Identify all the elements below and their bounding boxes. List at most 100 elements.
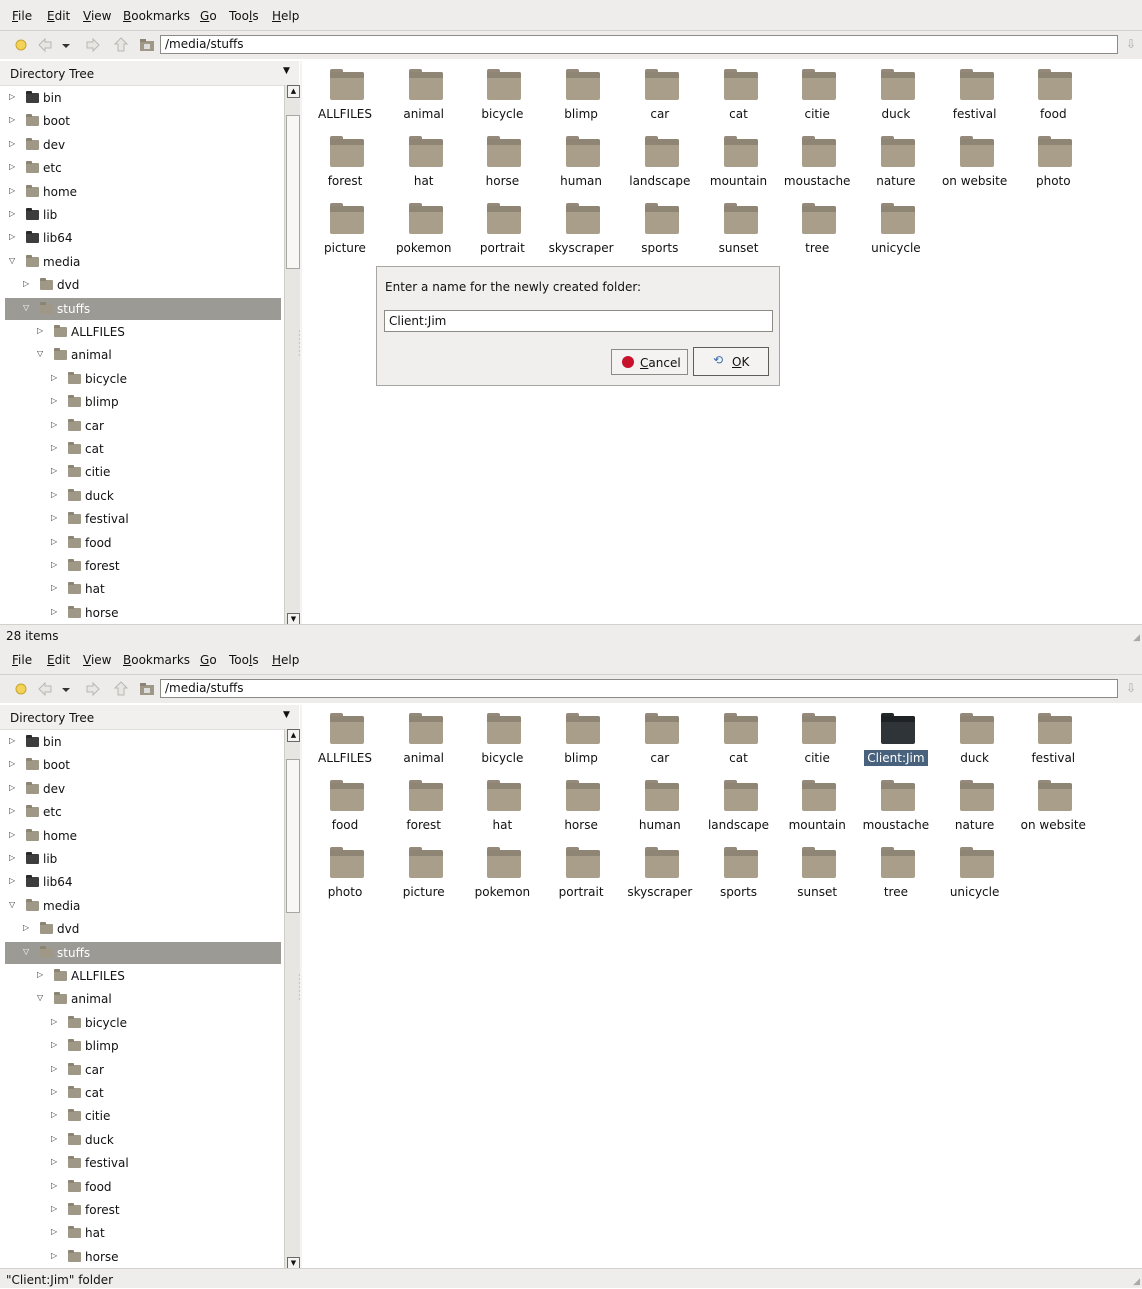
menu-edit[interactable]: Edit [47, 9, 70, 23]
resize-grip-icon[interactable]: ◢ [1133, 1277, 1140, 1287]
folder-item[interactable]: mountain [700, 131, 778, 193]
collapsed-triangle-icon[interactable]: ▷ [9, 162, 15, 171]
folder-item[interactable]: portrait [542, 842, 620, 904]
folder-item[interactable]: citie [778, 64, 856, 126]
folder-item[interactable]: on website [936, 131, 1014, 193]
collapsed-triangle-icon[interactable]: ▷ [9, 736, 15, 745]
collapsed-triangle-icon[interactable]: ▷ [51, 607, 57, 616]
scrollbar-thumb[interactable] [286, 115, 300, 269]
back-history-dropdown-icon[interactable] [60, 36, 72, 54]
tree-item-media[interactable]: ▽ media [5, 895, 281, 917]
tree-item-car[interactable]: ▷ car [5, 1059, 281, 1081]
tree-item-duck[interactable]: ▷ duck [5, 1129, 281, 1151]
tree-item-citie[interactable]: ▷ citie [5, 461, 281, 483]
tree-item-cat[interactable]: ▷ cat [5, 1082, 281, 1104]
folder-item[interactable]: moustache [778, 131, 856, 193]
tree-item-duck[interactable]: ▷ duck [5, 485, 281, 507]
folder-item[interactable]: unicycle [857, 198, 935, 260]
collapsed-triangle-icon[interactable]: ▷ [51, 396, 57, 405]
back-history-dropdown-icon[interactable] [60, 680, 72, 698]
collapsed-triangle-icon[interactable]: ▷ [51, 537, 57, 546]
folder-item[interactable]: nature [936, 775, 1014, 837]
collapsed-triangle-icon[interactable]: ▷ [9, 759, 15, 768]
new-window-icon[interactable] [12, 680, 30, 698]
folder-item[interactable]: animal [385, 64, 463, 126]
menu-go[interactable]: Go [200, 9, 217, 23]
collapsed-triangle-icon[interactable]: ▷ [51, 490, 57, 499]
folder-item[interactable]: picture [306, 198, 384, 260]
splitter-grip-icon[interactable]: · · · · · · · [298, 972, 301, 1004]
forward-arrow-icon[interactable] [84, 680, 102, 698]
tree-item-dev[interactable]: ▷ dev [5, 134, 281, 156]
collapsed-triangle-icon[interactable]: ▷ [51, 420, 57, 429]
collapsed-triangle-icon[interactable]: ▷ [51, 1157, 57, 1166]
folder-item[interactable]: human [621, 775, 699, 837]
menu-tools[interactable]: Tools [229, 653, 259, 667]
expanded-triangle-icon[interactable]: ▽ [23, 303, 29, 312]
menu-go[interactable]: Go [200, 653, 217, 667]
folder-item[interactable]: pokemon [385, 198, 463, 260]
collapsed-triangle-icon[interactable]: ▷ [51, 1204, 57, 1213]
tree-item-bin[interactable]: ▷ bin [5, 731, 281, 753]
folder-item[interactable]: sunset [778, 842, 856, 904]
folder-item[interactable]: hat [463, 775, 541, 837]
go-icon[interactable]: ⇩ [1126, 681, 1140, 697]
folder-item[interactable]: food [306, 775, 384, 837]
tree-item-cat[interactable]: ▷ cat [5, 438, 281, 460]
chevron-down-icon[interactable]: ▼ [283, 66, 290, 76]
folder-item[interactable]: picture [385, 842, 463, 904]
tree-item-dvd[interactable]: ▷ dvd [5, 274, 281, 296]
home-folder-icon[interactable] [138, 680, 156, 698]
folder-item[interactable]: mountain [778, 775, 856, 837]
new-window-icon[interactable] [12, 36, 30, 54]
collapsed-triangle-icon[interactable]: ▷ [51, 1110, 57, 1119]
tree-item-home[interactable]: ▷ home [5, 825, 281, 847]
collapsed-triangle-icon[interactable]: ▷ [9, 92, 15, 101]
menu-tools[interactable]: Tools [229, 9, 259, 23]
collapsed-triangle-icon[interactable]: ▷ [51, 466, 57, 475]
folder-item[interactable]: human [542, 131, 620, 193]
collapsed-triangle-icon[interactable]: ▷ [51, 1040, 57, 1049]
tree-item-citie[interactable]: ▷ citie [5, 1105, 281, 1127]
collapsed-triangle-icon[interactable]: ▷ [51, 443, 57, 452]
folder-item[interactable]: Client:Jim [857, 708, 935, 770]
tree-item-forest[interactable]: ▷ forest [5, 1199, 281, 1221]
tree-item-lib64[interactable]: ▷ lib64 [5, 227, 281, 249]
tree-item-festival[interactable]: ▷ festival [5, 1152, 281, 1174]
folder-item[interactable]: tree [778, 198, 856, 260]
expanded-triangle-icon[interactable]: ▽ [37, 993, 43, 1002]
location-bar[interactable]: /media/stuffs [160, 679, 1118, 698]
collapsed-triangle-icon[interactable]: ▷ [23, 923, 29, 932]
collapsed-triangle-icon[interactable]: ▷ [37, 326, 43, 335]
menu-bookmarks[interactable]: Bookmarks [123, 9, 190, 23]
tree-item-blimp[interactable]: ▷ blimp [5, 1035, 281, 1057]
folder-item[interactable]: ALLFILES [306, 708, 384, 770]
tree-item-lib[interactable]: ▷ lib [5, 848, 281, 870]
tree-item-etc[interactable]: ▷ etc [5, 801, 281, 823]
tree-item-horse[interactable]: ▷ horse [5, 602, 281, 624]
tree-item-allfiles[interactable]: ▷ ALLFILES [5, 965, 281, 987]
menu-view[interactable]: View [83, 653, 111, 667]
up-arrow-icon[interactable] [112, 680, 130, 698]
folder-item[interactable]: horse [542, 775, 620, 837]
folder-item[interactable]: forest [306, 131, 384, 193]
folder-item[interactable]: cat [700, 708, 778, 770]
collapsed-triangle-icon[interactable]: ▷ [51, 1017, 57, 1026]
scroll-up-icon[interactable]: ▲ [287, 85, 300, 98]
folder-item[interactable]: skyscraper [621, 842, 699, 904]
tree-item-horse[interactable]: ▷ horse [5, 1246, 281, 1268]
folder-item[interactable]: skyscraper [542, 198, 620, 260]
up-arrow-icon[interactable] [112, 36, 130, 54]
menu-help[interactable]: Help [272, 9, 299, 23]
tree-item-stuffs[interactable]: ▽ stuffs [5, 941, 281, 964]
menu-file[interactable]: File [12, 9, 32, 23]
menu-bookmarks[interactable]: Bookmarks [123, 653, 190, 667]
tree-item-bicycle[interactable]: ▷ bicycle [5, 1012, 281, 1034]
folder-item[interactable]: car [621, 64, 699, 126]
collapsed-triangle-icon[interactable]: ▷ [9, 876, 15, 885]
folder-item[interactable]: festival [1014, 708, 1092, 770]
tree-item-food[interactable]: ▷ food [5, 1176, 281, 1198]
folder-item[interactable]: food [1014, 64, 1092, 126]
tree-item-boot[interactable]: ▷ boot [5, 754, 281, 776]
collapsed-triangle-icon[interactable]: ▷ [51, 1181, 57, 1190]
